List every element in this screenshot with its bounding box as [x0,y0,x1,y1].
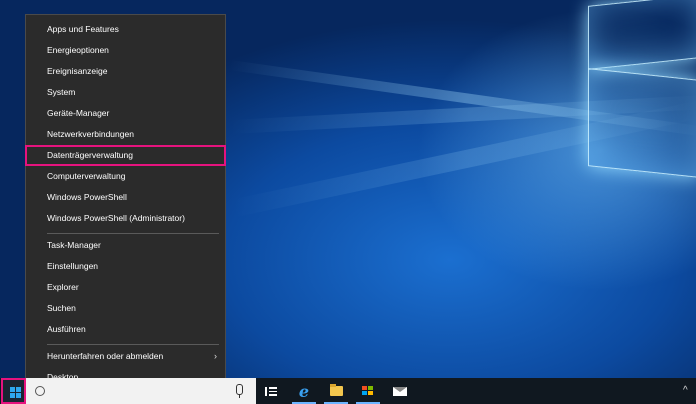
menu-item-label: Herunterfahren oder abmelden [47,351,164,361]
menu-item-event-viewer[interactable]: Ereignisanzeige [26,61,225,82]
menu-item-powershell[interactable]: Windows PowerShell [26,187,225,208]
edge-icon: e [298,381,310,401]
menu-item-search[interactable]: Suchen [26,298,225,319]
menu-item-computer-management[interactable]: Computerverwaltung [26,166,225,187]
microphone-stem [239,395,240,398]
store-icon [362,385,374,397]
power-user-menu: Apps und Features Energieoptionen Ereign… [25,14,226,394]
menu-separator [47,233,219,234]
menu-item-explorer[interactable]: Explorer [26,277,225,298]
store-button[interactable] [353,378,383,404]
menu-item-network-connections[interactable]: Netzwerkverbindungen [26,124,225,145]
windows-logo-icon [10,387,21,398]
file-explorer-icon [329,384,343,396]
menu-item-power-options[interactable]: Energieoptionen [26,40,225,61]
start-button[interactable] [1,378,26,404]
mail-button[interactable] [385,378,415,404]
menu-item-settings[interactable]: Einstellungen [26,256,225,277]
search-icon [35,386,45,396]
menu-item-device-manager[interactable]: Geräte-Manager [26,103,225,124]
show-hidden-icons-chevron-icon[interactable]: ^ [683,378,688,404]
mail-icon [393,386,407,396]
menu-item-task-manager[interactable]: Task-Manager [26,235,225,256]
windows-logo-pane [588,0,696,70]
menu-separator [47,344,219,345]
menu-item-apps-features[interactable]: Apps und Features [26,19,225,40]
microphone-icon[interactable] [236,384,243,395]
task-view-icon [265,386,277,396]
menu-item-disk-management[interactable]: Datenträgerverwaltung [25,145,226,166]
menu-item-system[interactable]: System [26,82,225,103]
menu-item-shutdown-signout[interactable]: Herunterfahren oder abmelden › [26,346,225,367]
edge-button[interactable]: e [289,378,319,404]
task-view-button[interactable] [256,378,286,404]
windows-logo-pane [588,68,696,178]
search-box[interactable] [26,378,256,404]
menu-item-powershell-admin[interactable]: Windows PowerShell (Administrator) [26,208,225,229]
menu-item-run[interactable]: Ausführen [26,319,225,340]
chevron-right-icon: › [214,351,217,361]
file-explorer-button[interactable] [321,378,351,404]
